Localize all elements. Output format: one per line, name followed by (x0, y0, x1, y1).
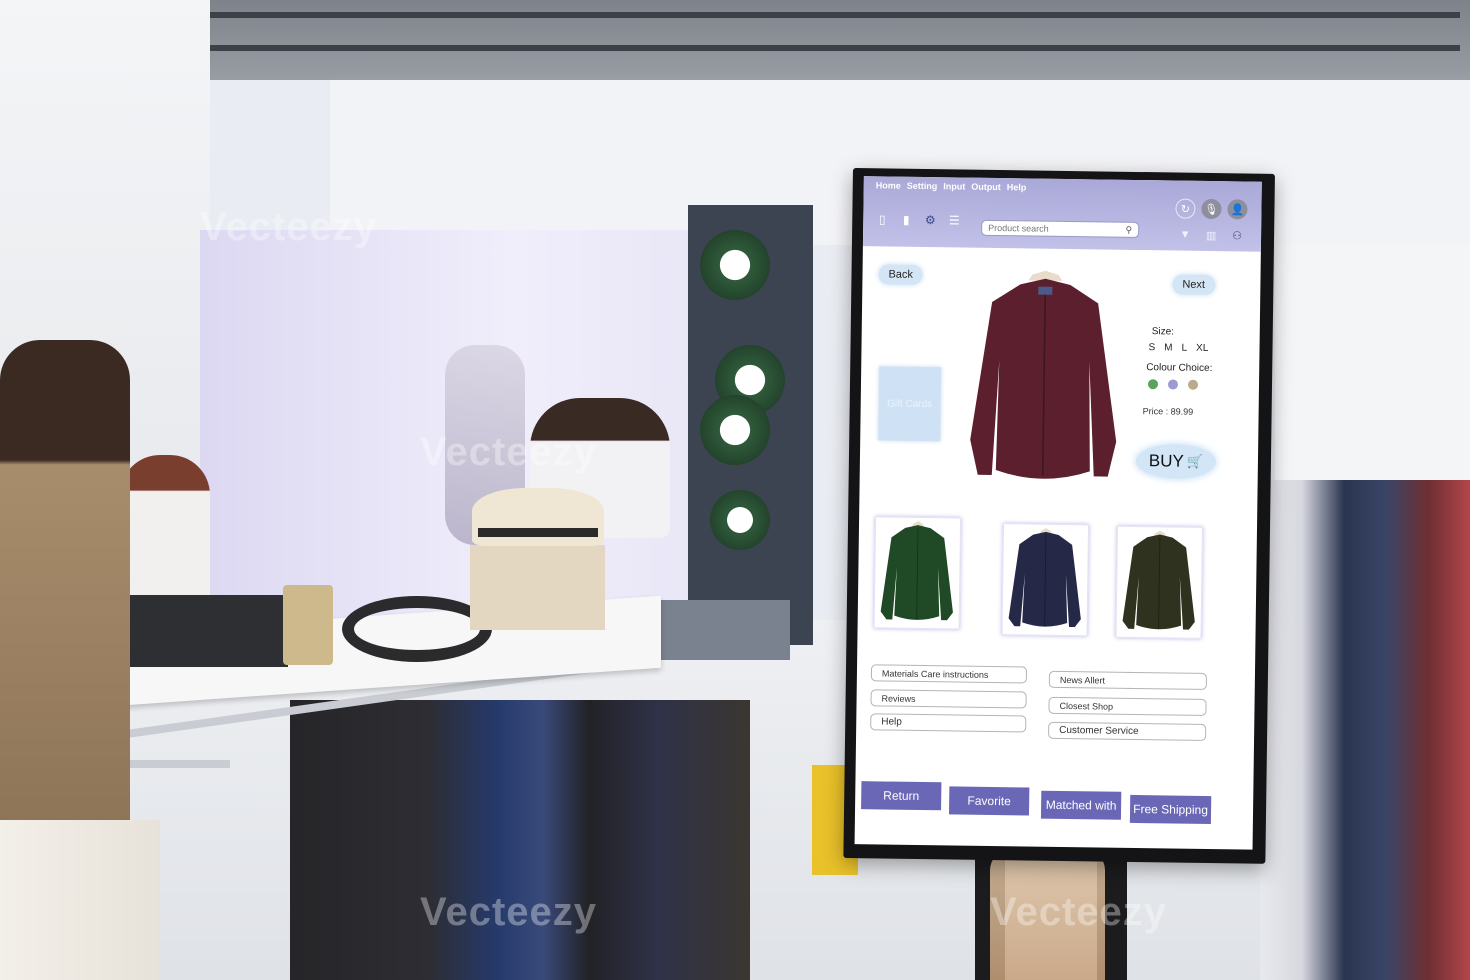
fedora-hat (472, 488, 604, 546)
kiosk-header: Home Setting Input Output Help ▯ ▮ ⚙ ☰ ⚲… (862, 176, 1262, 252)
kiosk-screen: Home Setting Input Output Help ▯ ▮ ⚙ ☰ ⚲… (854, 176, 1262, 850)
flower-decoration (700, 395, 770, 465)
colour-choice-label: Colour Choice: (1146, 362, 1213, 375)
variant-thumbnail-green[interactable] (873, 516, 962, 630)
colour-swatch-beige[interactable] (1187, 379, 1199, 390)
size-s[interactable]: S (1148, 342, 1155, 353)
right-wall (1275, 245, 1470, 485)
free-shipping-button[interactable]: Free Shipping (1129, 794, 1212, 825)
size-m[interactable]: M (1164, 342, 1172, 353)
menu-input[interactable]: Input (943, 181, 965, 191)
size-label: Size: (1151, 326, 1175, 338)
matched-with-button[interactable]: Matched with (1040, 790, 1122, 820)
colour-swatches (1147, 379, 1199, 390)
customer-person (120, 455, 210, 595)
panel-icon[interactable]: ▯ (875, 212, 889, 226)
variant-thumbnail-olive[interactable] (1115, 525, 1204, 639)
variant-thumbnail-navy[interactable] (1001, 523, 1090, 637)
hamburger-menu-icon[interactable]: ☰ (947, 213, 961, 227)
top-menu: Home Setting Input Output Help (876, 180, 1027, 192)
clothing-icon[interactable]: ▥ (1201, 225, 1221, 245)
hat-band (478, 528, 598, 537)
size-l[interactable]: L (1181, 343, 1187, 354)
favorite-button[interactable]: Favorite (948, 786, 1030, 816)
menu-setting[interactable]: Setting (907, 181, 938, 191)
toolbar: ▯ ▮ ⚙ ☰ (875, 212, 961, 227)
flower-decoration (700, 230, 770, 300)
kiosk-display: Home Setting Input Output Help ▯ ▮ ⚙ ☰ ⚲… (843, 168, 1275, 864)
clothing-rack-right (1260, 480, 1470, 980)
back-button[interactable]: Back (878, 264, 924, 285)
dropdown-arrow-icon[interactable]: ▼ (1175, 225, 1195, 245)
buy-label: BUY (1148, 451, 1184, 471)
hat-box (470, 545, 605, 630)
white-shirts (0, 820, 160, 980)
variant-shirt-image (880, 521, 953, 621)
price-value: 89.99 (1170, 406, 1194, 417)
document-icon[interactable]: ▮ (899, 213, 913, 227)
customer-person (0, 340, 130, 820)
size-xl[interactable]: XL (1196, 343, 1208, 354)
size-options: S M L XL (1148, 342, 1208, 354)
refresh-icon[interactable]: ↻ (1175, 198, 1196, 219)
variant-shirt-image (1122, 530, 1195, 630)
gear-icon[interactable]: ⚙ (923, 213, 937, 227)
ceiling-rail (210, 12, 1460, 18)
main-product-image (968, 270, 1121, 488)
materials-care-link[interactable]: Materials Care instructions (870, 664, 1028, 684)
flower-decoration (710, 490, 770, 550)
jackets-on-rack (290, 700, 750, 980)
menu-output[interactable]: Output (971, 182, 1001, 192)
microphone-icon[interactable]: 🎙 (1201, 198, 1222, 220)
ceiling-rail (210, 45, 1460, 51)
variant-shirt-image (1008, 527, 1081, 628)
customer-service-link[interactable]: Customer Service (1048, 721, 1207, 741)
product-search-field[interactable]: ⚲ (981, 219, 1140, 239)
buy-button[interactable]: BUY 🛒 (1135, 443, 1217, 480)
colour-swatch-green[interactable] (1147, 379, 1159, 390)
search-input[interactable] (988, 222, 1126, 235)
user-profile-icon[interactable]: 👤 (1227, 199, 1248, 220)
shopping-cart-icon: 🛒 (1186, 453, 1204, 469)
high-heel-shoe (990, 850, 1105, 980)
potted-plant (283, 585, 333, 665)
price: Price : 89.99 (1143, 406, 1194, 417)
help-link[interactable]: Help (870, 713, 1027, 733)
reviews-link[interactable]: Reviews (870, 689, 1027, 709)
header-right-icons: ↻ 🎙 👤 ▼ ▥ ⚇ (1175, 198, 1252, 246)
gift-cards-tile[interactable]: Gift Cards (878, 366, 942, 442)
return-button[interactable]: Return (861, 781, 942, 811)
menu-help[interactable]: Help (1007, 182, 1027, 192)
account-icon[interactable]: ⚇ (1227, 225, 1247, 245)
search-icon[interactable]: ⚲ (1125, 224, 1133, 235)
news-alert-link[interactable]: News Allert (1048, 670, 1207, 690)
next-button[interactable]: Next (1172, 274, 1216, 296)
price-label: Price : (1142, 406, 1169, 417)
colour-swatch-lavender[interactable] (1167, 379, 1179, 390)
menu-home[interactable]: Home (876, 180, 901, 190)
closest-shop-link[interactable]: Closest Shop (1048, 696, 1207, 716)
